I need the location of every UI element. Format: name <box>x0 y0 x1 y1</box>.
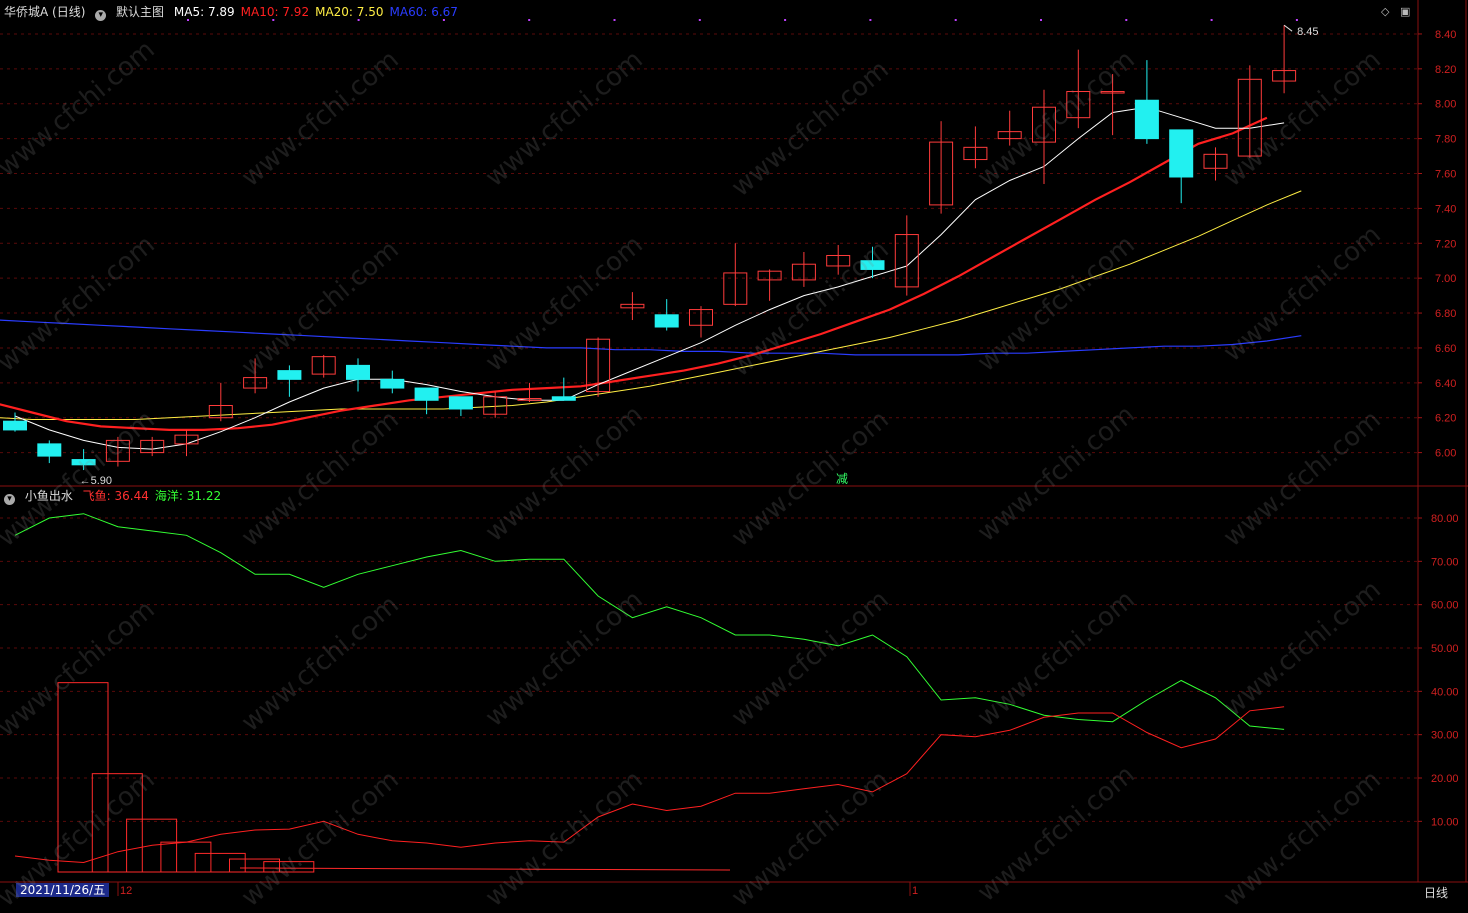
price-tick-label: 6.40 <box>1435 378 1456 390</box>
candle-body <box>1134 99 1159 140</box>
main-chart-header: 华侨城A (日线) ▾ 默认主图 MA5: 7.89 MA10: 7.92 MA20… <box>4 3 470 21</box>
candle-body <box>37 443 62 457</box>
candle-body <box>3 420 27 431</box>
price-tick-label: 7.80 <box>1435 134 1456 146</box>
signal-dot <box>1210 19 1213 21</box>
window-toggle-icon[interactable]: ▣ <box>1400 5 1410 18</box>
indicator-tick-label: 80.00 <box>1431 513 1459 525</box>
price-tick-label: 6.20 <box>1435 413 1456 425</box>
chevron-down-icon[interactable]: ▾ <box>95 10 107 21</box>
ma-item: MA5: 7.89 <box>173 5 235 19</box>
timeframe-label[interactable]: 日线 <box>1424 884 1448 901</box>
price-tick-label: 7.60 <box>1435 169 1456 181</box>
price-tick-label: 6.60 <box>1435 343 1456 355</box>
price-tick-label: 6.00 <box>1435 448 1456 460</box>
indicator-bar <box>194 852 246 873</box>
candle-body <box>1169 129 1194 178</box>
ma60-line <box>0 319 1302 356</box>
candle-body <box>654 314 679 328</box>
main-chart-label[interactable]: 默认主图 <box>116 5 164 19</box>
price-tick-label: 8.20 <box>1435 64 1456 76</box>
signal-dot <box>954 19 957 21</box>
chart-canvas[interactable]: 8.40 8.20 8.00 7.80 7.60 7.40 7.20 7.00 6.80 6.60… <box>0 0 1468 904</box>
candle-body <box>277 370 302 380</box>
diamond-icon[interactable]: ◇ <box>1381 5 1389 18</box>
ma-item: MA10: 7.92 <box>240 5 310 19</box>
indicator-bar <box>160 841 212 873</box>
indicator-tick-label: 20.00 <box>1431 773 1459 785</box>
signal-dot <box>1295 19 1298 21</box>
price-tick-label: 8.40 <box>1435 29 1456 41</box>
signal-dot <box>528 19 531 21</box>
month-label: 12 <box>120 885 132 897</box>
signal-dot <box>869 19 872 21</box>
signal-dot <box>1040 19 1042 21</box>
price-tick-label: 7.40 <box>1435 203 1456 215</box>
month-label: 1 <box>912 885 918 897</box>
price-tick-label: 7.20 <box>1435 238 1456 250</box>
ma-item: MA60: 6.67 <box>389 5 458 19</box>
high-annotation-arrow <box>1283 24 1293 32</box>
chevron-down-icon[interactable]: ▾ <box>4 494 15 505</box>
signal-dot <box>784 19 787 21</box>
indicator-value: 飞鱼: 36.44 <box>82 489 149 503</box>
indicator-tick-label: 30.00 <box>1431 730 1459 742</box>
price-tick-label: 6.80 <box>1435 308 1456 320</box>
candle-body <box>448 396 473 410</box>
indicator-tick-label: 40.00 <box>1431 686 1459 698</box>
signal-dot <box>613 19 616 21</box>
indicator-tick-label: 50.00 <box>1431 643 1459 655</box>
price-tick-label: 7.00 <box>1435 273 1456 285</box>
stock-title[interactable]: 华侨城A (日线) <box>4 5 85 19</box>
signal-dot <box>698 19 701 21</box>
candle-body <box>551 396 576 401</box>
ma-item: MA20: 7.50 <box>315 5 384 19</box>
indicator-tick-label: 60.00 <box>1431 600 1459 612</box>
candle-body <box>346 364 370 380</box>
high-annotation: 8.45 <box>1297 26 1318 38</box>
ma20-line <box>0 190 1302 420</box>
signal-dot <box>1125 19 1128 21</box>
indicator-value: 海洋: 31.22 <box>154 489 222 503</box>
price-tick-label: 8.00 <box>1435 99 1456 111</box>
candle-body <box>380 378 405 389</box>
indicator-tick-label: 70.00 <box>1431 556 1459 568</box>
indicator-tick-label: 10.00 <box>1431 816 1459 828</box>
candle-body <box>414 387 439 401</box>
